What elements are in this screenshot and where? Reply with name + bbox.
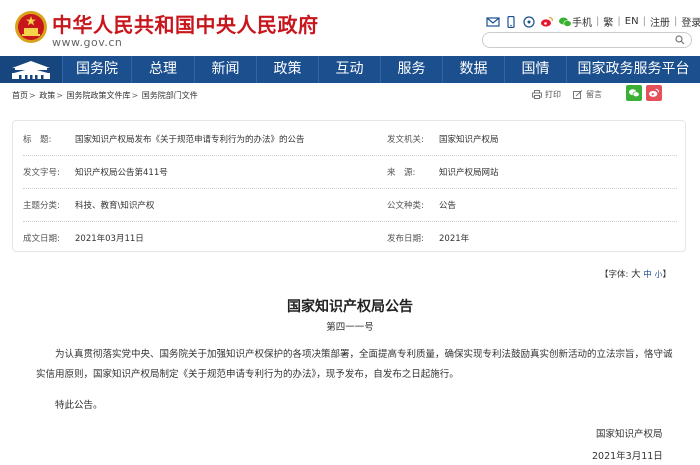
nav-news[interactable]: 新闻 — [194, 56, 256, 83]
nav-state-council[interactable]: 国务院 — [62, 56, 131, 83]
info-row: 标 题: 国家知识产权局发布《关于规范申请专利行为的办法》的公告 发文机关: 国… — [23, 123, 677, 156]
english-link[interactable]: EN — [625, 16, 639, 27]
top-icon-group — [486, 14, 576, 30]
breadcrumb-separator: > — [29, 91, 36, 100]
print-button[interactable]: 打印 — [532, 89, 561, 100]
traditional-chinese-link[interactable]: 繁 — [603, 14, 613, 29]
share-weibo-button[interactable] — [646, 85, 662, 101]
link-divider: | — [617, 16, 621, 27]
doc-number-label: 发文字号: — [23, 168, 60, 178]
written-date-value: 2021年03月11日 — [75, 234, 144, 244]
breadcrumb-policy-library[interactable]: 国务院政策文件库 — [67, 91, 131, 100]
article-sign-date: 2021年3月11日 — [592, 451, 663, 462]
nav-policy[interactable]: 政策 — [256, 56, 318, 83]
nav-interaction[interactable]: 互动 — [318, 56, 380, 83]
breadcrumb-department-docs[interactable]: 国务院部门文件 — [142, 91, 198, 100]
mobile-link[interactable]: 手机 — [572, 14, 592, 29]
title-value: 国家知识产权局发布《关于规范申请专利行为的办法》的公告 — [75, 135, 305, 145]
search-box — [482, 32, 692, 53]
breadcrumb-separator: > — [56, 91, 63, 100]
mail-icon[interactable] — [486, 16, 500, 28]
topic-label: 主题分类: — [23, 201, 60, 211]
national-emblem-icon[interactable] — [14, 8, 48, 46]
title-label: 标 题: — [23, 135, 52, 145]
login-link[interactable]: 登录 — [681, 14, 700, 29]
mobile-app-icon[interactable] — [504, 16, 518, 28]
font-size-suffix: 】 — [662, 270, 672, 280]
doc-type-value: 公告 — [439, 201, 457, 211]
nav-home-logo[interactable] — [0, 56, 62, 83]
top-link-bar: 手机 | 繁 | EN | 注册 | 登录 — [572, 14, 700, 29]
weibo-icon[interactable] — [540, 16, 554, 28]
breadcrumb-separator: > — [131, 91, 139, 100]
leave-message-button[interactable]: 留言 — [573, 89, 602, 100]
breadcrumb-home[interactable]: 首页 — [12, 91, 28, 100]
source-label: 来 源: — [387, 168, 416, 178]
info-row: 发文字号: 知识产权局公告第411号 来 源: 知识产权局网站 — [23, 156, 677, 189]
site-url: www.gov.cn — [52, 36, 123, 49]
publish-date-value: 2021年 — [439, 234, 470, 244]
document-info-table: 标 题: 国家知识产权局发布《关于规范申请专利行为的办法》的公告 发文机关: 国… — [12, 120, 686, 252]
wechat-icon — [629, 89, 640, 98]
site-header: 中华人民共和国中央人民政府 www.gov.cn 手机 | 繁 | EN | 注册 | … — [0, 0, 700, 56]
font-size-medium[interactable]: 中 — [643, 270, 652, 280]
miniprogram-icon[interactable] — [522, 16, 536, 28]
publish-date-label: 发布日期: — [387, 234, 424, 244]
nav-service-platform[interactable]: 国家政务服务平台 — [566, 56, 700, 83]
doc-type-label: 公文种类: — [387, 201, 424, 211]
font-size-selector: 【字体: 大 中 小】 — [600, 266, 671, 280]
article-number: 第四一一号 — [326, 322, 374, 333]
link-divider: | — [673, 16, 678, 27]
article-closing: 特此公告。 — [55, 400, 103, 411]
font-size-large[interactable]: 大 — [631, 269, 641, 280]
site-title[interactable]: 中华人民共和国中央人民政府 — [52, 9, 319, 38]
tiananmen-icon — [12, 61, 50, 79]
printer-icon — [532, 90, 542, 99]
issuer-label: 发文机关: — [387, 135, 424, 145]
nav-services[interactable]: 服务 — [380, 56, 442, 83]
link-divider: | — [596, 16, 600, 27]
edit-icon — [573, 90, 583, 99]
topic-value: 科技、教育\知识产权 — [75, 201, 155, 211]
info-row: 成文日期: 2021年03月11日 发布日期: 2021年 — [23, 222, 677, 255]
nav-premier[interactable]: 总理 — [131, 56, 194, 83]
article-signature: 国家知识产权局 — [596, 429, 663, 440]
source-value: 知识产权局网站 — [439, 168, 499, 178]
font-size-small[interactable]: 小 — [655, 270, 663, 279]
main-nav: 国务院 总理 新闻 政策 互动 服务 数据 国情 国家政务服务平台 — [0, 56, 700, 83]
written-date-label: 成文日期: — [23, 234, 60, 244]
weibo-icon — [649, 88, 660, 97]
page-tools: 打印 留言 — [532, 89, 614, 100]
leave-message-label: 留言 — [586, 90, 602, 99]
breadcrumb: 首页> 政策> 国务院政策文件库> 国务院部门文件 — [12, 90, 198, 101]
nav-national-info[interactable]: 国情 — [504, 56, 566, 83]
font-size-prefix: 【字体: — [600, 270, 629, 280]
wechat-icon[interactable] — [558, 16, 572, 28]
search-icon[interactable] — [675, 35, 685, 45]
link-divider: | — [642, 16, 646, 27]
article-paragraph: 为认真贯彻落实党中央、国务院关于加强知识产权保护的各项决策部署，全面提高专利质量… — [36, 349, 673, 380]
search-input[interactable] — [491, 38, 671, 53]
breadcrumb-policy[interactable]: 政策 — [39, 91, 55, 100]
info-row: 主题分类: 科技、教育\知识产权 公文种类: 公告 — [23, 189, 677, 222]
article-title: 国家知识产权局公告 — [287, 299, 413, 315]
nav-data[interactable]: 数据 — [442, 56, 504, 83]
share-buttons — [626, 85, 666, 101]
issuer-value: 国家知识产权局 — [439, 135, 499, 145]
register-link[interactable]: 注册 — [650, 14, 670, 29]
share-wechat-button[interactable] — [626, 85, 642, 101]
doc-number-value: 知识产权局公告第411号 — [75, 168, 168, 178]
print-label: 打印 — [545, 90, 561, 99]
